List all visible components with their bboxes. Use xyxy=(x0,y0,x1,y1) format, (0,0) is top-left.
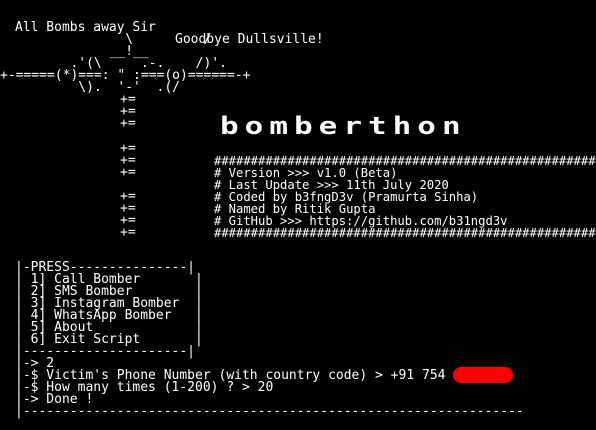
bomb: += xyxy=(120,116,136,131)
banner-border-bottom: ########################################… xyxy=(214,226,596,240)
terminal-window: All Bombs away Sir Goodbye Dullsville! \… xyxy=(0,0,596,430)
banner-title: BOMBERTHON xyxy=(220,112,467,141)
footer-border: |---------------------------------------… xyxy=(15,404,524,419)
bomb: += xyxy=(120,225,136,240)
redaction-mark xyxy=(453,367,513,383)
plane-line-5: \). '-' .(/ xyxy=(0,80,181,95)
bomb: += xyxy=(120,165,136,180)
